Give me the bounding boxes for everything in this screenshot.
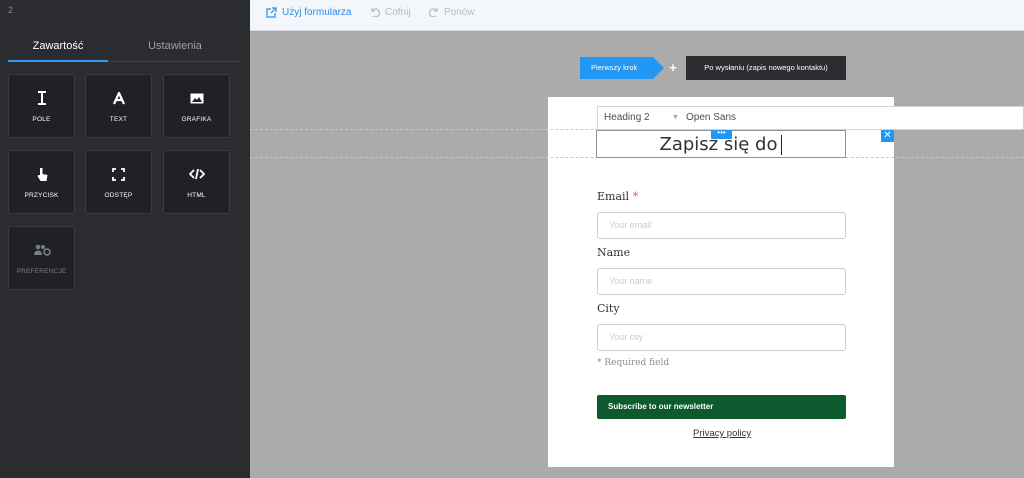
tile-field[interactable]: POLE [8, 74, 75, 138]
sidebar: 2 Zawartość Ustawienia POLE TEXT GRAFIKA [0, 0, 250, 478]
tile-spacer[interactable]: ODSTĘP [85, 150, 152, 214]
tile-graphic[interactable]: GRAFIKA [163, 74, 230, 138]
text-caret [781, 135, 783, 155]
text-cursor-icon [9, 90, 74, 106]
email-field[interactable]: Your email [597, 212, 846, 239]
code-icon [164, 166, 229, 182]
top-toolbar: Użyj formularza Cofnij Ponów [250, 0, 1024, 31]
tab-settings[interactable]: Ustawienia [108, 38, 242, 62]
block-style-value: Heading 2 [604, 112, 650, 123]
sidebar-tabs: Zawartość Ustawienia [8, 38, 242, 62]
add-step-icon[interactable]: + [667, 59, 679, 77]
tile-html[interactable]: HTML [163, 150, 230, 214]
tile-text[interactable]: TEXT [85, 74, 152, 138]
email-label-text: Email [597, 190, 630, 203]
name-label: Name [597, 246, 631, 259]
redo-label: Ponów [444, 6, 475, 18]
block-style-select[interactable]: Heading 2 ▼ [604, 107, 680, 129]
tile-preferences[interactable]: PREFERENCJE [8, 226, 75, 290]
use-form-button[interactable]: Użyj formularza [266, 0, 351, 24]
tile-label: HTML [187, 192, 206, 199]
tile-label: POLE [32, 116, 51, 123]
form-editor: 2 Zawartość Ustawienia POLE TEXT GRAFIKA [0, 0, 1024, 478]
redo-button[interactable]: Ponów [429, 0, 475, 24]
users-gear-icon [9, 242, 74, 258]
expand-icon [86, 166, 151, 182]
required-hint: * Required field [597, 358, 670, 368]
tile-label: PRZYCISK [24, 192, 59, 199]
step-first[interactable]: Pierwszy krok [580, 57, 653, 79]
city-label: City [597, 302, 620, 315]
email-label: Email * [597, 190, 638, 203]
name-field[interactable]: Your name [597, 268, 846, 295]
font-select[interactable]: Open Sans [686, 107, 762, 129]
external-link-icon [266, 6, 277, 18]
tile-label: PREFERENCJE [16, 268, 67, 275]
tile-label: GRAFIKA [181, 116, 212, 123]
redo-icon [429, 8, 438, 17]
font-value: Open Sans [686, 112, 737, 123]
pointer-hand-icon [9, 166, 74, 182]
required-marker: * [632, 190, 639, 203]
tile-button[interactable]: PRZYCISK [8, 150, 75, 214]
undo-button[interactable]: Cofnij [370, 0, 411, 24]
tile-label: ODSTĘP [104, 192, 133, 199]
format-toolbar: Heading 2 ▼ Open Sans [597, 106, 1024, 130]
letter-a-icon [86, 90, 151, 106]
chevron-down-icon: ▼ [672, 114, 679, 121]
undo-label: Cofnij [385, 6, 411, 18]
use-form-label: Użyj formularza [282, 6, 352, 18]
tile-label: TEXT [109, 116, 128, 123]
step-after-submit[interactable]: Po wysłaniu (zapis nowego kontaktu) [686, 56, 846, 80]
sidebar-number: 2 [8, 5, 14, 15]
image-icon [164, 90, 229, 106]
undo-icon [371, 8, 380, 17]
more-options-icon[interactable]: ••• [711, 129, 732, 139]
privacy-policy-link[interactable]: Privacy policy [693, 428, 751, 439]
tab-content[interactable]: Zawartość [8, 38, 108, 62]
close-icon[interactable]: ✕ [881, 129, 894, 142]
city-field[interactable]: Your city [597, 324, 846, 351]
subscribe-button[interactable]: Subscribe to our newsletter [597, 395, 846, 419]
step-first-arrow [653, 57, 664, 79]
